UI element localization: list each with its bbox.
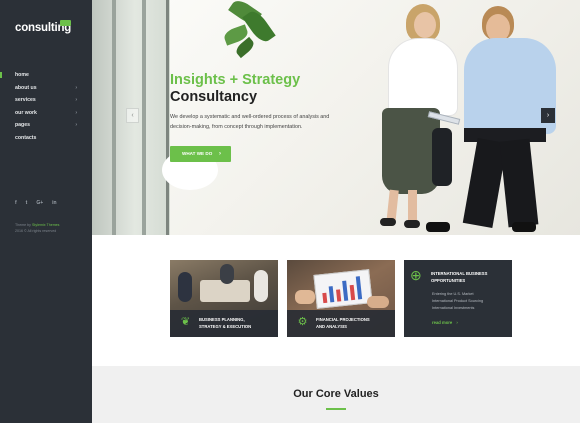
twitter-icon[interactable]: t <box>26 200 28 206</box>
hero-slider: Insights + Strategy Consultancy We devel… <box>92 0 580 235</box>
facebook-icon[interactable]: f <box>15 200 17 206</box>
hero-title: Insights + Strategy Consultancy <box>170 72 300 106</box>
hero-description: We develop a systematic and well-ordered… <box>170 114 330 130</box>
credit-text: Theme by Stylemix Themes 2016 © All righ… <box>15 223 59 234</box>
nav-item-about-us[interactable]: about us › <box>0 82 92 95</box>
chevron-right-icon: › <box>75 109 77 116</box>
hero-title-line2: Consultancy <box>170 89 258 105</box>
nav-label: our work <box>15 109 37 116</box>
sidebar: consulting home about us › services › our … <box>0 0 92 423</box>
core-values-section: Our Core Values <box>92 366 580 423</box>
nav-item-contacts[interactable]: contacts <box>0 132 92 145</box>
chevron-right-icon: › <box>456 320 458 325</box>
list-item: International Investments <box>432 305 475 310</box>
card-list: Entering the U.S. Market International P… <box>432 291 483 311</box>
main-nav: home about us › services › our work › pages… <box>0 69 92 144</box>
credit-prefix: Theme by <box>15 223 32 227</box>
nav-item-pages[interactable]: pages › <box>0 119 92 132</box>
window-frame <box>166 0 169 235</box>
chevron-right-icon: › <box>75 84 77 91</box>
head-gear-icon: ⚙ <box>297 316 308 328</box>
nav-label: pages <box>15 122 30 128</box>
card-title: INTERNATIONAL BUSINESS OPPORTUNITIES <box>431 271 487 284</box>
credit-link[interactable]: Stylemix Themes <box>32 223 60 227</box>
copyright: 2016 © All rights reserved <box>15 228 57 233</box>
slider-next-button[interactable]: › <box>541 108 555 123</box>
card-title-line2: STRATEGY & EXECUTION <box>199 323 252 329</box>
chevron-right-icon: › <box>75 97 77 103</box>
card-title: FINANCIAL PROJECTIONS AND ANALYSIS <box>316 317 370 330</box>
plant-hand-icon: ❦ <box>180 316 191 328</box>
card-title-line2: AND ANALYSIS <box>316 323 347 329</box>
logo-badge-icon <box>60 20 71 26</box>
list-item: International Product Sourcing <box>432 298 484 303</box>
nav-label: about us <box>15 84 37 91</box>
social-links: f t G+ in <box>15 200 57 206</box>
nav-label: home <box>15 72 29 78</box>
button-label: WHAT WE DO <box>182 151 213 156</box>
service-card-business-planning[interactable]: ❦ BUSINESS PLANNING, STRATEGY & EXECUTIO… <box>170 260 278 337</box>
hero-title-line1: Insights + Strategy <box>170 72 301 88</box>
service-card-international-business[interactable]: ⊕ INTERNATIONAL BUSINESS OPPORTUNITIES E… <box>404 260 512 337</box>
nav-item-home[interactable]: home <box>0 69 92 82</box>
title-underline <box>326 408 346 410</box>
card-title: BUSINESS PLANNING, STRATEGY & EXECUTION <box>199 317 251 330</box>
card-title-line2: OPPORTUNITIES <box>431 277 466 283</box>
linkedin-icon[interactable]: in <box>52 200 56 206</box>
what-we-do-button[interactable]: WHAT WE DO › <box>170 146 231 162</box>
list-item: Entering the U.S. Market <box>432 292 474 296</box>
card-title-line1: BUSINESS PLANNING, <box>199 317 245 322</box>
service-card-financial-projections[interactable]: ⚙ FINANCIAL PROJECTIONS AND ANALYSIS <box>287 260 395 337</box>
core-values-title: Our Core Values <box>293 388 379 400</box>
card-title-line1: INTERNATIONAL BUSINESS <box>431 271 488 276</box>
chevron-right-icon: › <box>75 122 77 128</box>
card-title-line1: FINANCIAL PROJECTIONS <box>316 317 370 322</box>
chevron-right-icon: › <box>219 151 221 157</box>
nav-item-our-work[interactable]: our work › <box>0 107 92 120</box>
read-more-link[interactable]: read more › <box>432 320 458 325</box>
google-plus-icon[interactable]: G+ <box>36 200 43 206</box>
nav-item-services[interactable]: services › <box>0 94 92 107</box>
globe-person-icon: ⊕ <box>410 267 422 283</box>
window-frame <box>142 0 146 235</box>
read-more-label: read more <box>432 320 453 325</box>
nav-label: contacts <box>15 134 37 141</box>
nav-label: services <box>15 97 36 103</box>
window-frame <box>112 0 116 235</box>
slider-prev-button[interactable]: ‹ <box>126 108 139 123</box>
